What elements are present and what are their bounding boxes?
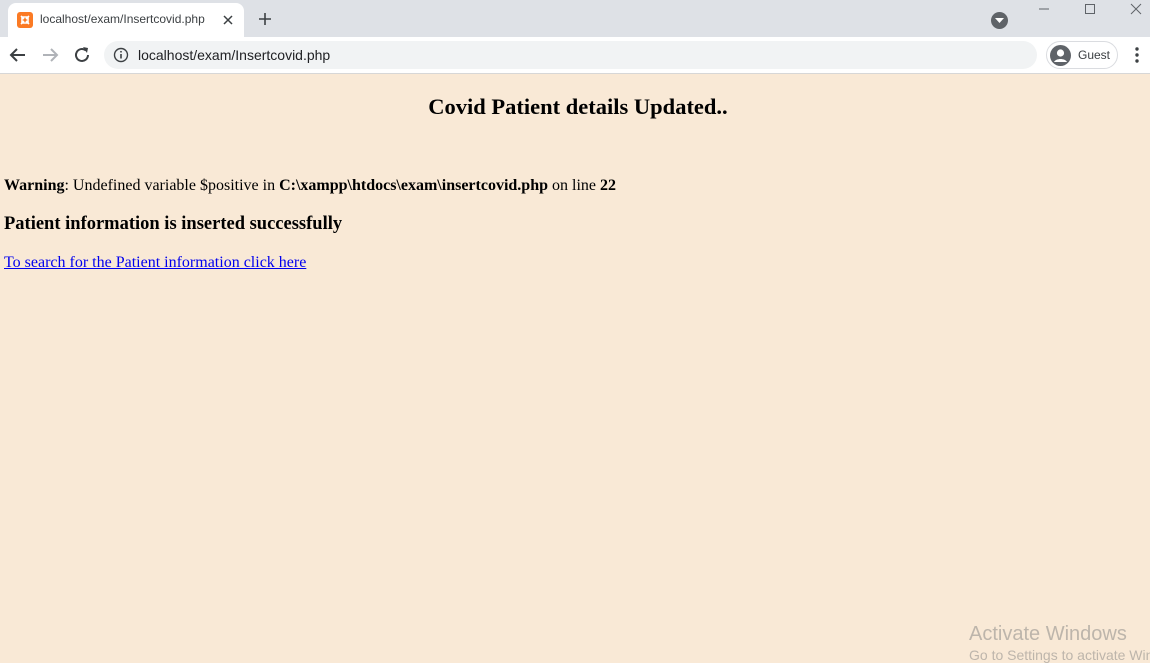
browser-tab[interactable]: localhost/exam/Insertcovid.php bbox=[8, 3, 244, 37]
address-bar[interactable]: localhost/exam/Insertcovid.php bbox=[104, 41, 1037, 69]
back-icon[interactable] bbox=[7, 44, 29, 66]
reload-icon[interactable] bbox=[71, 44, 93, 66]
xampp-favicon-icon bbox=[17, 12, 33, 28]
tab-strip: localhost/exam/Insertcovid.php bbox=[0, 0, 1150, 37]
maximize-icon[interactable] bbox=[1067, 0, 1113, 30]
php-warning: Warning: Undefined variable $positive in… bbox=[4, 177, 616, 195]
window-close-icon[interactable] bbox=[1113, 0, 1150, 30]
warning-label: Warning bbox=[4, 177, 65, 194]
url-text[interactable]: localhost/exam/Insertcovid.php bbox=[138, 47, 330, 63]
kebab-menu-icon[interactable] bbox=[1128, 44, 1146, 66]
warning-message-end: on line bbox=[548, 177, 600, 194]
page-title: Covid Patient details Updated.. bbox=[428, 94, 728, 119]
profile-button[interactable]: Guest bbox=[1046, 41, 1118, 69]
tab-title: localhost/exam/Insertcovid.php bbox=[40, 12, 205, 26]
page-content: Covid Patient details Updated.. Warning:… bbox=[0, 74, 1150, 653]
activate-windows-watermark: Activate Windows bbox=[969, 623, 1127, 645]
forward-icon[interactable] bbox=[39, 44, 61, 66]
avatar-icon bbox=[1050, 45, 1071, 66]
info-icon[interactable] bbox=[113, 47, 129, 63]
warning-line-number: 22 bbox=[600, 177, 616, 194]
tab-search-icon[interactable] bbox=[991, 12, 1008, 29]
minimize-icon[interactable] bbox=[1021, 0, 1067, 30]
success-message: Patient information is inserted successf… bbox=[4, 214, 343, 234]
warning-file-path: C:\xampp\htdocs\exam\insertcovid.php bbox=[279, 177, 548, 194]
browser-toolbar: localhost/exam/Insertcovid.php Guest bbox=[0, 37, 1150, 74]
new-tab-plus-icon[interactable] bbox=[256, 10, 274, 28]
profile-label: Guest bbox=[1078, 48, 1111, 62]
close-icon[interactable] bbox=[220, 12, 236, 28]
search-patient-link[interactable]: To search for the Patient information cl… bbox=[4, 254, 306, 272]
warning-message-start: : Undefined variable $positive in bbox=[64, 177, 280, 194]
activate-windows-subtext: Go to Settings to activate Windows. bbox=[969, 647, 1150, 663]
